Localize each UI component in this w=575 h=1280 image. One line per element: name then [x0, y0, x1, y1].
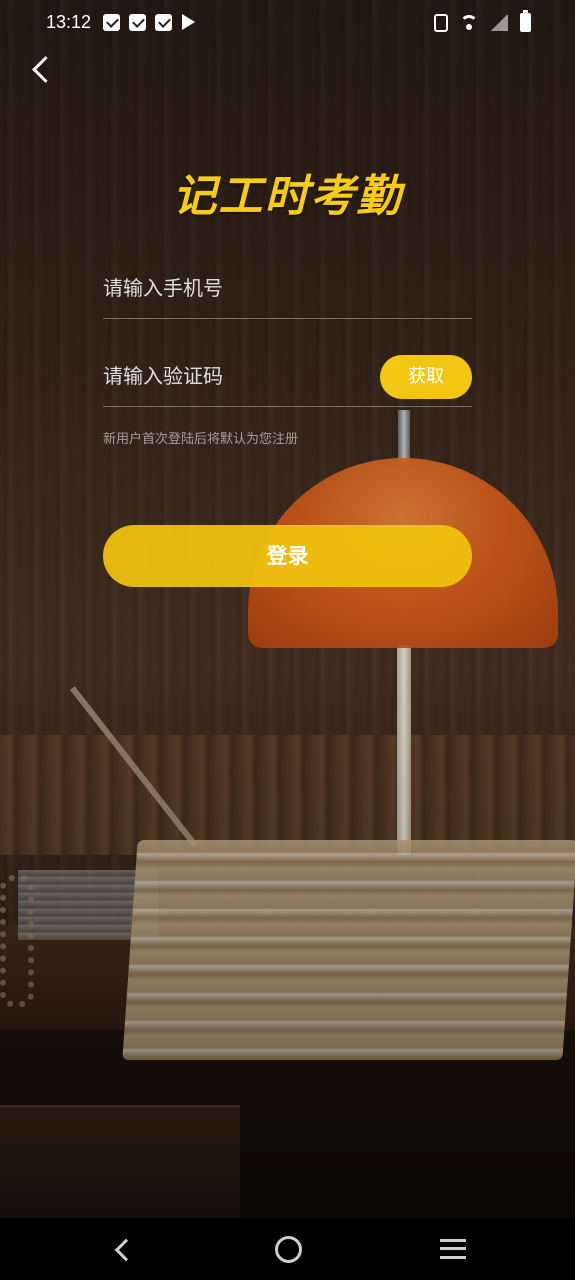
status-bar: 13:12 — [0, 0, 575, 48]
verification-code-input[interactable] — [103, 360, 373, 392]
battery-icon — [520, 10, 531, 32]
phone-field — [103, 258, 472, 319]
menu-nav-icon[interactable] — [440, 1239, 466, 1259]
navigation-bar — [0, 1218, 575, 1280]
wifi-icon — [460, 14, 478, 31]
code-field: 获取 — [103, 346, 472, 407]
back-nav-icon[interactable] — [112, 1238, 134, 1260]
register-hint: 新用户首次登陆后将默认为您注册 — [103, 432, 299, 447]
signal-icon — [490, 14, 508, 31]
system-icons — [434, 10, 531, 32]
login-button[interactable]: 登录 — [103, 525, 472, 587]
message-icon — [155, 14, 172, 31]
home-nav-icon[interactable] — [275, 1236, 302, 1263]
message-icon — [129, 14, 146, 31]
login-screen: 13:12 记工时考勤 获取 新用户首次登陆后将默认为您注册 登录 — [0, 0, 575, 1280]
phone-input[interactable] — [103, 272, 373, 304]
app-title: 记工时考勤 — [172, 171, 403, 222]
get-code-button[interactable]: 获取 — [380, 355, 472, 399]
message-icon — [103, 14, 120, 31]
back-button[interactable] — [26, 54, 58, 86]
play-store-icon — [182, 14, 195, 30]
vibrate-icon — [434, 13, 448, 32]
status-time: 13:12 — [46, 12, 92, 32]
